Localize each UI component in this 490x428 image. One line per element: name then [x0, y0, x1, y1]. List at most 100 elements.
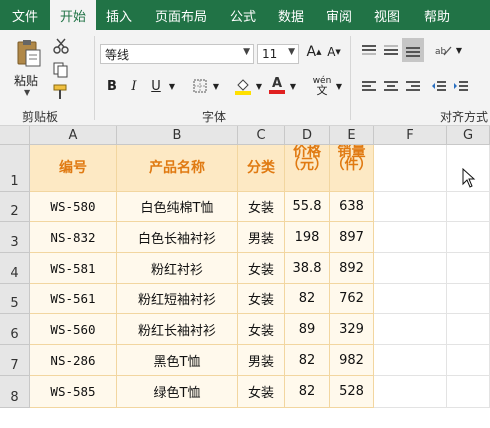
paste-icon[interactable] — [16, 38, 42, 68]
row-header-1[interactable]: 1 — [0, 145, 30, 192]
align-top-icon[interactable] — [360, 40, 378, 60]
row-header-3[interactable]: 3 — [0, 222, 30, 253]
table-cell[interactable]: 38.8 — [285, 253, 330, 284]
phonetic-icon[interactable]: wén 文 — [310, 76, 334, 96]
align-middle-icon[interactable] — [382, 40, 400, 60]
chevron-down-icon[interactable]: ▼ — [288, 76, 298, 96]
align-center-icon[interactable] — [382, 76, 400, 96]
empty-cell[interactable] — [447, 345, 490, 376]
empty-cell[interactable] — [447, 314, 490, 345]
chevron-down-icon[interactable]: ▼ — [254, 76, 264, 96]
column-header-a[interactable]: A — [30, 126, 117, 145]
header-cell[interactable]: 产品名称 — [117, 145, 238, 192]
column-header-c[interactable]: C — [238, 126, 285, 145]
empty-cell[interactable] — [374, 192, 447, 222]
empty-cell[interactable] — [447, 222, 490, 253]
header-cell[interactable]: 销量（件） — [330, 145, 374, 192]
tab-home[interactable]: 开始 — [50, 0, 96, 30]
chevron-down-icon[interactable]: ▼ — [334, 76, 344, 96]
table-cell[interactable]: 329 — [330, 314, 374, 345]
tab-data[interactable]: 数据 — [266, 0, 316, 30]
decrease-indent-icon[interactable] — [430, 76, 448, 96]
border-icon[interactable] — [190, 76, 210, 96]
chevron-down-icon[interactable]: ▼ — [211, 76, 221, 96]
table-cell[interactable]: 女装 — [238, 284, 285, 314]
empty-cell[interactable] — [374, 284, 447, 314]
table-cell[interactable]: NS-832 — [30, 222, 117, 253]
table-cell[interactable]: 82 — [285, 345, 330, 376]
spreadsheet-grid[interactable]: A B C D E F G 1 2 3 4 5 6 7 8 编号 产品名称 分类 价格（元） 销量（件） WS-580 白… — [0, 126, 490, 428]
orientation-icon[interactable]: ab — [432, 40, 454, 60]
table-cell[interactable]: 55.8 — [285, 192, 330, 222]
header-cell[interactable]: 价格（元） — [285, 145, 330, 192]
table-cell[interactable]: 892 — [330, 253, 374, 284]
bold-button[interactable]: B — [102, 76, 122, 96]
table-cell[interactable]: 白色长袖衬衫 — [117, 222, 238, 253]
chevron-down-icon[interactable]: ▼ — [166, 76, 178, 96]
table-cell[interactable]: 89 — [285, 314, 330, 345]
table-cell[interactable]: WS-580 — [30, 192, 117, 222]
row-header-2[interactable]: 2 — [0, 192, 30, 222]
table-cell[interactable]: 82 — [285, 376, 330, 408]
chevron-down-icon[interactable]: ▼ — [454, 40, 464, 60]
empty-cell[interactable] — [447, 376, 490, 408]
tab-insert[interactable]: 插入 — [96, 0, 142, 30]
row-header-7[interactable]: 7 — [0, 345, 30, 376]
table-cell[interactable]: 198 — [285, 222, 330, 253]
column-header-f[interactable]: F — [374, 126, 447, 145]
header-cell[interactable]: 编号 — [30, 145, 117, 192]
table-cell[interactable]: 女装 — [238, 192, 285, 222]
table-cell[interactable]: 女装 — [238, 376, 285, 408]
increase-indent-icon[interactable] — [452, 76, 470, 96]
empty-cell[interactable] — [374, 222, 447, 253]
table-cell[interactable]: 黑色T恤 — [117, 345, 238, 376]
table-cell[interactable]: 762 — [330, 284, 374, 314]
font-name-select[interactable]: 等线 ▼ — [100, 44, 254, 64]
select-all-corner[interactable] — [0, 126, 30, 145]
table-cell[interactable]: WS-561 — [30, 284, 117, 314]
column-header-b[interactable]: B — [117, 126, 238, 145]
empty-cell[interactable] — [447, 253, 490, 284]
copy-icon[interactable] — [52, 62, 70, 78]
empty-cell[interactable] — [447, 284, 490, 314]
table-cell[interactable]: 粉红短袖衬衫 — [117, 284, 238, 314]
table-cell[interactable]: 897 — [330, 222, 374, 253]
table-cell[interactable]: WS-560 — [30, 314, 117, 345]
table-cell[interactable]: 82 — [285, 284, 330, 314]
paste-button-label[interactable]: 粘贴 — [14, 72, 38, 89]
align-bottom-icon[interactable] — [402, 38, 424, 62]
fill-color-icon[interactable] — [232, 76, 254, 96]
table-cell[interactable]: 982 — [330, 345, 374, 376]
tab-file[interactable]: 文件 — [0, 0, 50, 30]
column-header-d[interactable]: D — [285, 126, 330, 145]
column-header-g[interactable]: G — [447, 126, 490, 145]
paste-dropdown-icon[interactable]: ▼ — [24, 88, 30, 97]
empty-cell[interactable] — [374, 345, 447, 376]
table-cell[interactable]: 白色纯棉T恤 — [117, 192, 238, 222]
tab-formulas[interactable]: 公式 — [220, 0, 266, 30]
table-cell[interactable]: 528 — [330, 376, 374, 408]
table-cell[interactable]: 绿色T恤 — [117, 376, 238, 408]
empty-cell[interactable] — [447, 192, 490, 222]
increase-font-icon[interactable]: A ▲ — [305, 42, 323, 62]
tab-help[interactable]: 帮助 — [412, 0, 462, 30]
row-header-4[interactable]: 4 — [0, 253, 30, 284]
empty-cell[interactable] — [374, 376, 447, 408]
underline-button[interactable]: U — [146, 76, 166, 96]
row-header-8[interactable]: 8 — [0, 376, 30, 408]
tab-page-layout[interactable]: 页面布局 — [142, 0, 220, 30]
table-cell[interactable]: 女装 — [238, 314, 285, 345]
empty-cell[interactable] — [374, 145, 447, 192]
table-cell[interactable]: 男装 — [238, 222, 285, 253]
table-cell[interactable]: 女装 — [238, 253, 285, 284]
table-cell[interactable]: 男装 — [238, 345, 285, 376]
empty-cell[interactable] — [374, 314, 447, 345]
tab-review[interactable]: 审阅 — [316, 0, 362, 30]
align-left-icon[interactable] — [360, 76, 378, 96]
italic-button[interactable]: I — [124, 76, 144, 96]
format-painter-icon[interactable] — [52, 84, 70, 100]
cut-icon[interactable] — [52, 38, 70, 54]
table-cell[interactable]: WS-585 — [30, 376, 117, 408]
table-cell[interactable]: 638 — [330, 192, 374, 222]
align-right-icon[interactable] — [404, 76, 422, 96]
